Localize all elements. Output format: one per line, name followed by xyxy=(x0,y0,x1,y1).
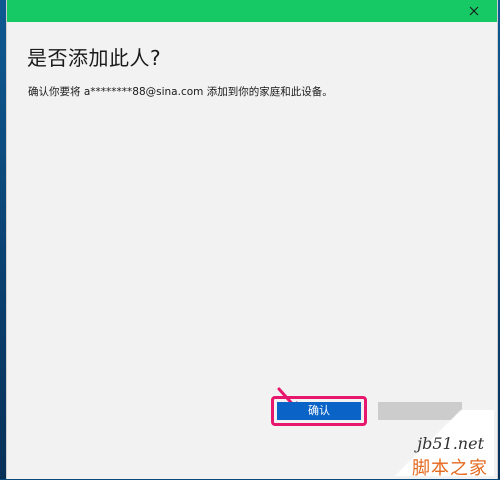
cancel-button[interactable] xyxy=(378,402,462,420)
confirm-button[interactable]: 确认 xyxy=(277,402,361,420)
confirmation-message: 确认你要将 a********88@sina.com 添加到你的家庭和此设备。 xyxy=(28,86,333,98)
close-button[interactable] xyxy=(451,0,497,22)
desktop-background: 是否添加此人? 确认你要将 a********88@sina.com 添加到你的… xyxy=(0,0,500,479)
title-bar xyxy=(7,0,497,22)
close-icon xyxy=(469,6,479,16)
dialog-heading: 是否添加此人? xyxy=(27,46,162,70)
